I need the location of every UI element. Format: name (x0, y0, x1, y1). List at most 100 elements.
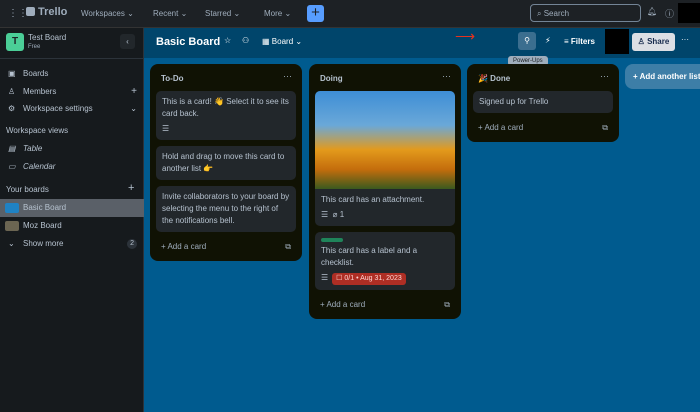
checklist-due-text: 0/1 • Aug 31, 2023 (344, 275, 402, 282)
sidebar-item-label: Basic Board (23, 203, 67, 212)
attachment-count: 1 (339, 210, 345, 219)
add-card-button[interactable]: + Add a card ⧉ (156, 238, 296, 255)
brand[interactable]: Trello (38, 6, 67, 18)
help-icon[interactable]: ⓘ (665, 7, 674, 20)
sidebar-board-moz[interactable]: Moz Board (0, 217, 144, 235)
add-card-button[interactable]: + Add a card ⧉ (473, 119, 613, 136)
search-input[interactable]: ⌕ Search (530, 4, 641, 22)
add-member-icon[interactable]: + (131, 83, 137, 101)
card-label[interactable] (321, 238, 343, 242)
power-ups-button[interactable]: ⚲ (518, 32, 536, 50)
card[interactable]: This card has an attachment. ☰ ⌀ 1 (315, 91, 455, 226)
visibility-icon[interactable]: ⚇ (242, 36, 249, 45)
notifications-icon[interactable]: 🔔︎ (647, 7, 657, 16)
card-text: This card has an attachment. (321, 195, 425, 204)
card[interactable]: Signed up for Trello (473, 91, 613, 113)
share-label: Share (647, 37, 670, 46)
add-list-button[interactable]: + Add another list (625, 64, 700, 89)
nav-more[interactable]: More ⌄ (264, 9, 291, 18)
nav-label: Workspaces (81, 9, 125, 18)
nav-recent[interactable]: Recent ⌄ (153, 9, 187, 18)
list-title[interactable]: 🎉 Done (473, 70, 613, 91)
search-icon: ⌕ (537, 9, 542, 18)
top-bar: ⋮⋮ Trello Workspaces ⌄ Recent ⌄ Starred … (0, 0, 700, 28)
view-switcher[interactable]: ▦ Board ⌄ (262, 37, 302, 46)
list-menu-icon[interactable]: ··· (283, 71, 292, 81)
description-icon: ☰ (162, 124, 170, 133)
checklist-due-badge[interactable]: ☐ 0/1 • Aug 31, 2023 (332, 273, 406, 285)
card-text: Invite collaborators to your board by se… (162, 192, 290, 225)
automation-icon[interactable]: ⚡︎ (545, 36, 551, 45)
divider (0, 58, 144, 59)
template-icon[interactable]: ⧉ (602, 123, 608, 133)
show-more-label: Show more (23, 239, 64, 248)
apps-grid-icon[interactable]: ⋮⋮ (8, 8, 28, 19)
add-board-icon[interactable]: + (128, 182, 134, 194)
create-button[interactable]: + (307, 5, 324, 22)
template-icon[interactable]: ⧉ (444, 300, 450, 310)
show-more-button[interactable]: ⌄ Show more 2 (0, 235, 144, 253)
add-person-icon: ♙ (637, 37, 645, 46)
trello-logo-icon (26, 7, 35, 16)
nav-workspaces[interactable]: Workspaces ⌄ (81, 9, 134, 18)
person-icon: ♙ (8, 87, 16, 96)
template-icon[interactable]: ⧉ (285, 242, 291, 252)
sidebar-item-label: Calendar (23, 162, 56, 171)
board-view-icon: ▦ (262, 37, 270, 46)
list-menu-icon[interactable]: ··· (600, 71, 609, 81)
member-avatar[interactable] (605, 29, 629, 54)
card-text: This card has a label and a checklist. (321, 246, 418, 267)
views-header: Workspace views (6, 126, 69, 135)
attachment-icon: ⌀ (332, 210, 338, 219)
add-card-button[interactable]: + Add a card ⧉ (315, 296, 455, 313)
board-color-swatch (5, 203, 19, 213)
boards-header: Your boards (6, 185, 49, 194)
add-card-label: Add a card (326, 300, 366, 309)
card[interactable]: Invite collaborators to your board by se… (156, 186, 296, 232)
list-todo: To-Do ··· This is a card! 👋 Select it to … (150, 64, 302, 261)
count-badge: 2 (127, 239, 137, 249)
sidebar-board-basic[interactable]: Basic Board (0, 199, 144, 217)
filters-button[interactable]: ≡ Filters (564, 37, 595, 46)
share-button[interactable]: ♙ Share (632, 33, 675, 51)
sidebar-item-label: Moz Board (23, 221, 62, 230)
board-menu-icon[interactable]: ··· (681, 35, 689, 44)
board-title[interactable]: Basic Board (156, 36, 220, 48)
star-icon[interactable]: ☆ (224, 36, 231, 45)
description-icon: ☰ (321, 273, 329, 282)
card-text: This is a card! 👋 Select it to see its c… (162, 97, 289, 118)
card[interactable]: This is a card! 👋 Select it to see its c… (156, 91, 296, 140)
nav-label: Starred (205, 9, 232, 18)
add-card-label: Add a card (484, 123, 524, 132)
add-list-label: Add another list (639, 72, 700, 81)
workspace-name: Test Board (28, 33, 67, 42)
red-arrow-annotation: ⟶ (455, 28, 476, 44)
table-icon: ▤ (8, 144, 16, 153)
card-cover-image (315, 91, 455, 189)
chevron-down-icon: ⌄ (130, 104, 137, 113)
board-icon: ▣ (8, 69, 16, 78)
view-label: Board (271, 37, 294, 46)
list-title[interactable]: Doing (315, 70, 455, 91)
collapse-sidebar-button[interactable]: ‹ (120, 34, 135, 49)
avatar[interactable] (678, 3, 700, 23)
sidebar-item-calendar[interactable]: ▭ Calendar (0, 158, 144, 176)
workspace-avatar: T (6, 33, 24, 51)
sidebar-item-members[interactable]: ♙ Members + (0, 83, 144, 101)
filter-icon: ≡ (564, 37, 569, 46)
card-text: Signed up for Trello (479, 97, 549, 106)
gear-icon: ⚙ (8, 104, 16, 113)
nav-label: More (264, 9, 283, 18)
sidebar-item-settings[interactable]: ⚙ Workspace settings ⌄ (0, 100, 144, 118)
card[interactable]: This card has a label and a checklist. ☰… (315, 232, 455, 290)
sidebar: T Test Board Free ‹ ▣ Boards ♙ Members + ⚙ W… (0, 28, 144, 412)
card[interactable]: Hold and drag to move this card to anoth… (156, 146, 296, 180)
sidebar-item-boards[interactable]: ▣ Boards (0, 65, 144, 83)
list-done: 🎉 Done ··· Signed up for Trello + Add a c… (467, 64, 619, 142)
list-title[interactable]: To-Do (156, 70, 296, 91)
nav-label: Recent (153, 9, 179, 18)
sidebar-item-table[interactable]: ▤ Table (0, 140, 144, 158)
nav-starred[interactable]: Starred ⌄ (205, 9, 240, 18)
list-menu-icon[interactable]: ··· (442, 71, 451, 81)
board-header: Basic Board ☆ ⚇ ▦ Board ⌄ ⟶ ⚲ ⚡︎ ≡ Filte… (144, 28, 700, 58)
